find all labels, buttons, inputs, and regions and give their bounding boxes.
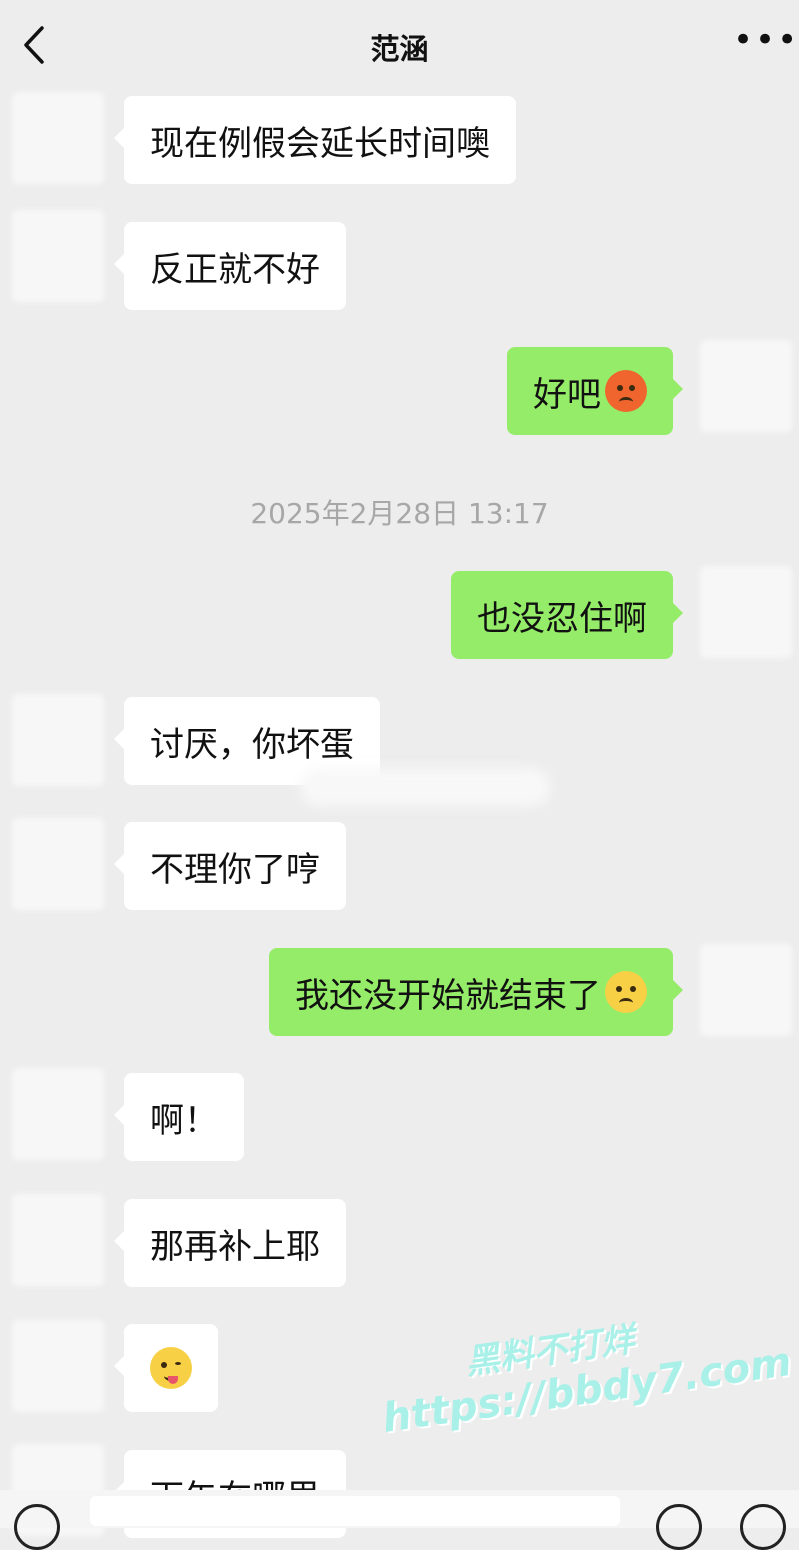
user-avatar[interactable]	[700, 566, 792, 658]
redaction-smear	[300, 768, 550, 806]
user-avatar[interactable]	[700, 944, 792, 1036]
message-text: 不理你了哼	[150, 849, 320, 890]
outgoing-message-bubble[interactable]: 我还没开始就结束了	[269, 948, 683, 1036]
chat-header: 范涵 •••	[0, 0, 799, 90]
incoming-message-bubble[interactable]: 现在例假会延长时间噢	[114, 96, 516, 184]
incoming-message-bubble[interactable]: 反正就不好	[114, 222, 346, 310]
contact-avatar[interactable]	[12, 694, 104, 786]
input-bar	[0, 1490, 799, 1550]
plus-icon[interactable]	[740, 1504, 786, 1550]
emoji-icon[interactable]	[656, 1504, 702, 1550]
contact-avatar[interactable]	[12, 1068, 104, 1160]
message-text: 我还没开始就结束了	[295, 975, 601, 1016]
more-options-button[interactable]: •••	[733, 23, 797, 60]
message-text: 也没忍住啊	[477, 598, 647, 639]
angry-face-emoji	[605, 370, 647, 412]
pleading-face-emoji	[605, 971, 647, 1013]
incoming-message-bubble[interactable]	[114, 1324, 218, 1412]
contact-avatar[interactable]	[12, 210, 104, 302]
message-timestamp: 2025年2月28日 13:17	[250, 497, 549, 530]
message-text: 啊！	[150, 1100, 218, 1141]
chat-title: 范涵	[370, 32, 429, 66]
message-input[interactable]	[90, 1496, 620, 1526]
user-avatar[interactable]	[700, 340, 792, 432]
site-watermark: 黑料不打烊 https://bbdy7.com	[373, 1293, 795, 1476]
incoming-message-bubble[interactable]: 啊！	[114, 1073, 244, 1161]
contact-avatar[interactable]	[12, 92, 104, 184]
outgoing-message-bubble[interactable]: 好吧	[507, 347, 683, 435]
contact-avatar[interactable]	[12, 1320, 104, 1412]
contact-avatar[interactable]	[12, 818, 104, 910]
message-text: 好吧	[533, 374, 601, 415]
contact-avatar[interactable]	[12, 1194, 104, 1286]
incoming-message-bubble[interactable]: 不理你了哼	[114, 822, 346, 910]
message-text: 讨厌，你坏蛋	[150, 724, 354, 765]
message-text: 反正就不好	[150, 249, 320, 290]
outgoing-message-bubble[interactable]: 也没忍住啊	[451, 571, 683, 659]
voice-icon[interactable]	[14, 1504, 60, 1550]
winking-tongue-emoji	[150, 1347, 192, 1389]
message-text: 那再补上耶	[150, 1226, 320, 1267]
incoming-message-bubble[interactable]: 那再补上耶	[114, 1199, 346, 1287]
message-text: 现在例假会延长时间噢	[150, 123, 490, 164]
